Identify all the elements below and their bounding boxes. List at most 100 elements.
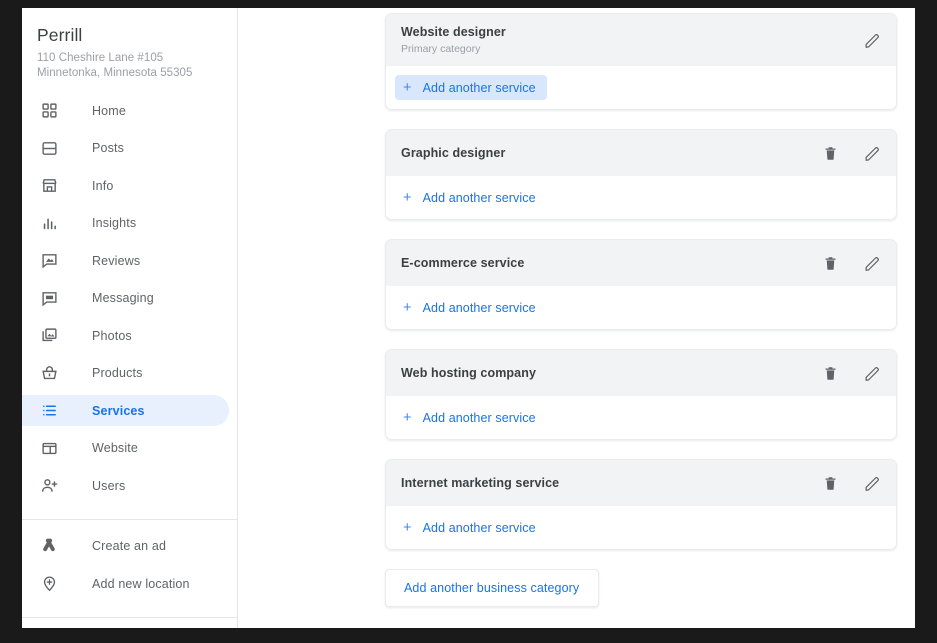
- service-card-titles: E-commerce service: [401, 255, 820, 272]
- basket-icon: [39, 363, 59, 383]
- add-another-service-button[interactable]: + Add another service: [395, 185, 547, 210]
- add-another-service-button[interactable]: + Add another service: [395, 75, 547, 100]
- sidebar-item-users[interactable]: Users: [22, 470, 229, 501]
- service-card-actions: [820, 363, 883, 384]
- delete-category-button[interactable]: [820, 253, 841, 274]
- delete-category-button[interactable]: [820, 473, 841, 494]
- service-card-body: + Add another service: [386, 286, 896, 329]
- add-another-service-button[interactable]: + Add another service: [395, 515, 547, 540]
- service-card: Internet marketing service + Add another s…: [385, 459, 897, 550]
- sidebar-item-posts[interactable]: Posts: [22, 133, 229, 164]
- delete-category-button[interactable]: [820, 363, 841, 384]
- sidebar-item-label: Photos: [92, 328, 132, 343]
- sidebar-divider: [22, 616, 237, 618]
- chat-icon: [39, 288, 59, 308]
- sidebar-divider: [22, 518, 237, 520]
- trash-icon: [823, 476, 838, 491]
- app-viewport: Perrill 110 Cheshire Lane #105 Minnetonk…: [22, 8, 915, 628]
- delete-category-button[interactable]: [820, 143, 841, 164]
- service-card-subtitle: Primary category: [401, 43, 481, 55]
- service-card-body: + Add another service: [386, 506, 896, 549]
- plus-icon: +: [403, 299, 412, 316]
- bar-chart-icon: [39, 213, 59, 233]
- edit-category-button[interactable]: [862, 363, 883, 384]
- trash-icon: [823, 146, 838, 161]
- photos-icon: [39, 326, 59, 346]
- service-card-actions: [820, 143, 883, 164]
- add-another-business-category-button[interactable]: Add another business category: [385, 569, 600, 607]
- person-add-icon: [39, 476, 59, 496]
- add-another-service-label: Add another service: [422, 300, 536, 315]
- pencil-icon: [864, 32, 881, 49]
- add-another-service-label: Add another service: [422, 190, 536, 205]
- service-card-list: Website designer Primary category + Add ano…: [385, 13, 897, 607]
- sidebar-item-label: Home: [92, 103, 126, 118]
- service-card-title: Website designer: [401, 25, 506, 39]
- business-header: Perrill 110 Cheshire Lane #105 Minnetonk…: [22, 8, 237, 81]
- posts-icon: [39, 138, 59, 158]
- add-location-icon: [39, 574, 59, 594]
- add-another-service-button[interactable]: + Add another service: [395, 405, 547, 430]
- storefront-icon: [39, 176, 59, 196]
- business-address-line-2: Minnetonka, Minnesota 55305: [37, 67, 193, 79]
- add-another-service-label: Add another service: [422, 410, 536, 425]
- sidebar-item-messaging[interactable]: Messaging: [22, 283, 229, 314]
- window-frame: Perrill 110 Cheshire Lane #105 Minnetonk…: [0, 0, 937, 643]
- web-page-icon: [39, 438, 59, 458]
- sidebar-item-insights[interactable]: Insights: [22, 208, 229, 239]
- sidebar-item-label: Info: [92, 178, 114, 193]
- business-name: Perrill: [37, 25, 83, 45]
- sidebar-item-products[interactable]: Products: [22, 358, 229, 389]
- sidebar-item-services[interactable]: Services: [22, 395, 229, 426]
- edit-category-button[interactable]: [862, 143, 883, 164]
- list-icon: [39, 401, 59, 421]
- sidebar-item-label: Messaging: [92, 291, 154, 305]
- sidebar-item-label: Reviews: [92, 253, 141, 268]
- service-card-actions: [862, 30, 883, 51]
- sidebar-item-create-an-ad[interactable]: Create an ad: [22, 531, 229, 562]
- sidebar-item-reviews[interactable]: Reviews: [22, 245, 229, 276]
- service-card-titles: Web hosting company: [401, 365, 820, 382]
- service-card-actions: [820, 473, 883, 494]
- sidebar-item-photos[interactable]: Photos: [22, 320, 229, 351]
- service-card-titles: Graphic designer: [401, 145, 820, 162]
- service-card: Web hosting company + Add another service: [385, 349, 897, 440]
- main-content: Website designer Primary category + Add ano…: [238, 8, 915, 628]
- sidebar-item-label: Services: [92, 403, 145, 418]
- trash-icon: [823, 256, 838, 271]
- service-card-header: Graphic designer: [386, 130, 896, 176]
- sidebar-nav: Home Posts Info Insights Reviews Messaging Pho…: [22, 95, 237, 628]
- service-card-title: Graphic designer: [401, 145, 506, 160]
- service-card-titles: Internet marketing service: [401, 475, 820, 492]
- sidebar-item-info[interactable]: Info: [22, 170, 229, 201]
- service-card-header: Web hosting company: [386, 350, 896, 396]
- service-card: Graphic designer + Add another service: [385, 129, 897, 220]
- service-card-body: + Add another service: [386, 176, 896, 219]
- edit-category-button[interactable]: [862, 253, 883, 274]
- sidebar-item-label: Products: [92, 366, 143, 380]
- service-card-body: + Add another service: [386, 66, 896, 109]
- review-star-icon: [39, 251, 59, 271]
- sidebar-item-label: Users: [92, 478, 126, 493]
- pencil-icon: [864, 365, 881, 382]
- sidebar-item-home[interactable]: Home: [22, 95, 229, 126]
- sidebar-item-label: Website: [92, 441, 138, 455]
- sidebar-item-label: Add new location: [92, 576, 190, 591]
- service-card-title: E-commerce service: [401, 255, 525, 270]
- service-card-header: E-commerce service: [386, 240, 896, 286]
- edit-category-button[interactable]: [862, 473, 883, 494]
- sidebar-item-label: Insights: [92, 216, 137, 230]
- sidebar-item-label: Create an ad: [92, 539, 167, 553]
- sidebar-item-website[interactable]: Website: [22, 433, 229, 464]
- add-another-service-button[interactable]: + Add another service: [395, 295, 547, 320]
- plus-icon: +: [403, 79, 412, 96]
- sidebar-item-add-new-location[interactable]: Add new location: [22, 568, 229, 599]
- business-address-line-1: 110 Cheshire Lane #105: [37, 52, 164, 64]
- service-card: Website designer Primary category + Add ano…: [385, 13, 897, 110]
- edit-category-button[interactable]: [862, 30, 883, 51]
